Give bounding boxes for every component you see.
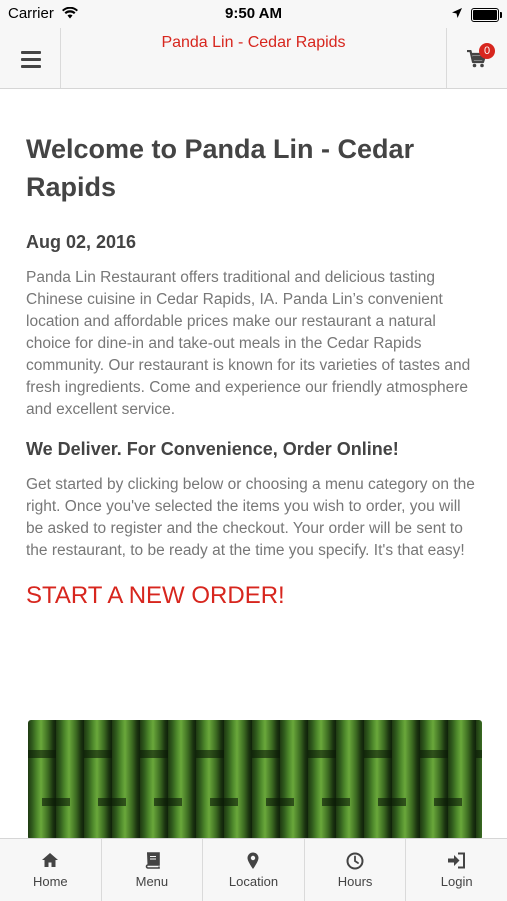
tab-location-label: Location xyxy=(228,874,279,889)
start-new-order-link[interactable]: START A NEW ORDER! xyxy=(26,582,481,610)
location-arrow-icon xyxy=(451,6,463,23)
main-content: Welcome to Panda Lin - Cedar Rapids Aug … xyxy=(26,88,481,610)
bottom-tab-bar: Home Menu Location Hours Login xyxy=(0,838,507,901)
tab-login-label: Login xyxy=(440,874,473,889)
cart-count-badge: 0 xyxy=(479,43,495,59)
battery-icon xyxy=(471,8,502,22)
tab-menu[interactable]: Menu xyxy=(102,839,204,901)
hamburger-menu-button[interactable] xyxy=(0,28,61,88)
top-nav-bar: Panda Lin - Cedar Rapids 0 xyxy=(0,28,507,89)
tab-menu-label: Menu xyxy=(135,874,169,889)
tab-hours-label: Hours xyxy=(337,874,373,889)
map-pin-icon xyxy=(203,852,304,872)
tab-home-label: Home xyxy=(32,874,68,889)
bamboo-node-band xyxy=(42,798,482,806)
tab-home[interactable]: Home xyxy=(0,839,102,901)
status-bar: Carrier 9:50 AM xyxy=(0,0,507,28)
tab-location[interactable]: Location xyxy=(203,839,305,901)
page-title: Panda Lin - Cedar Rapids xyxy=(161,34,346,51)
home-icon xyxy=(0,852,101,872)
intro-paragraph: Panda Lin Restaurant offers traditional … xyxy=(26,269,471,418)
welcome-heading: Welcome to Panda Lin - Cedar Rapids xyxy=(26,134,415,202)
hamburger-icon xyxy=(21,51,41,72)
delivery-heading: We Deliver. For Convenience, Order Onlin… xyxy=(26,439,399,459)
bamboo-node-band xyxy=(28,750,482,758)
bamboo-banner-image xyxy=(28,720,482,840)
clock-icon xyxy=(305,852,406,872)
sign-in-icon xyxy=(406,852,507,872)
clock-time: 9:50 AM xyxy=(225,5,282,22)
post-date: Aug 02, 2016 xyxy=(26,232,137,252)
tab-hours[interactable]: Hours xyxy=(305,839,407,901)
instructions-paragraph: Get started by clicking below or choosin… xyxy=(26,476,475,559)
cart-button[interactable]: 0 xyxy=(446,28,507,88)
book-icon xyxy=(102,852,203,872)
tab-login[interactable]: Login xyxy=(406,839,507,901)
